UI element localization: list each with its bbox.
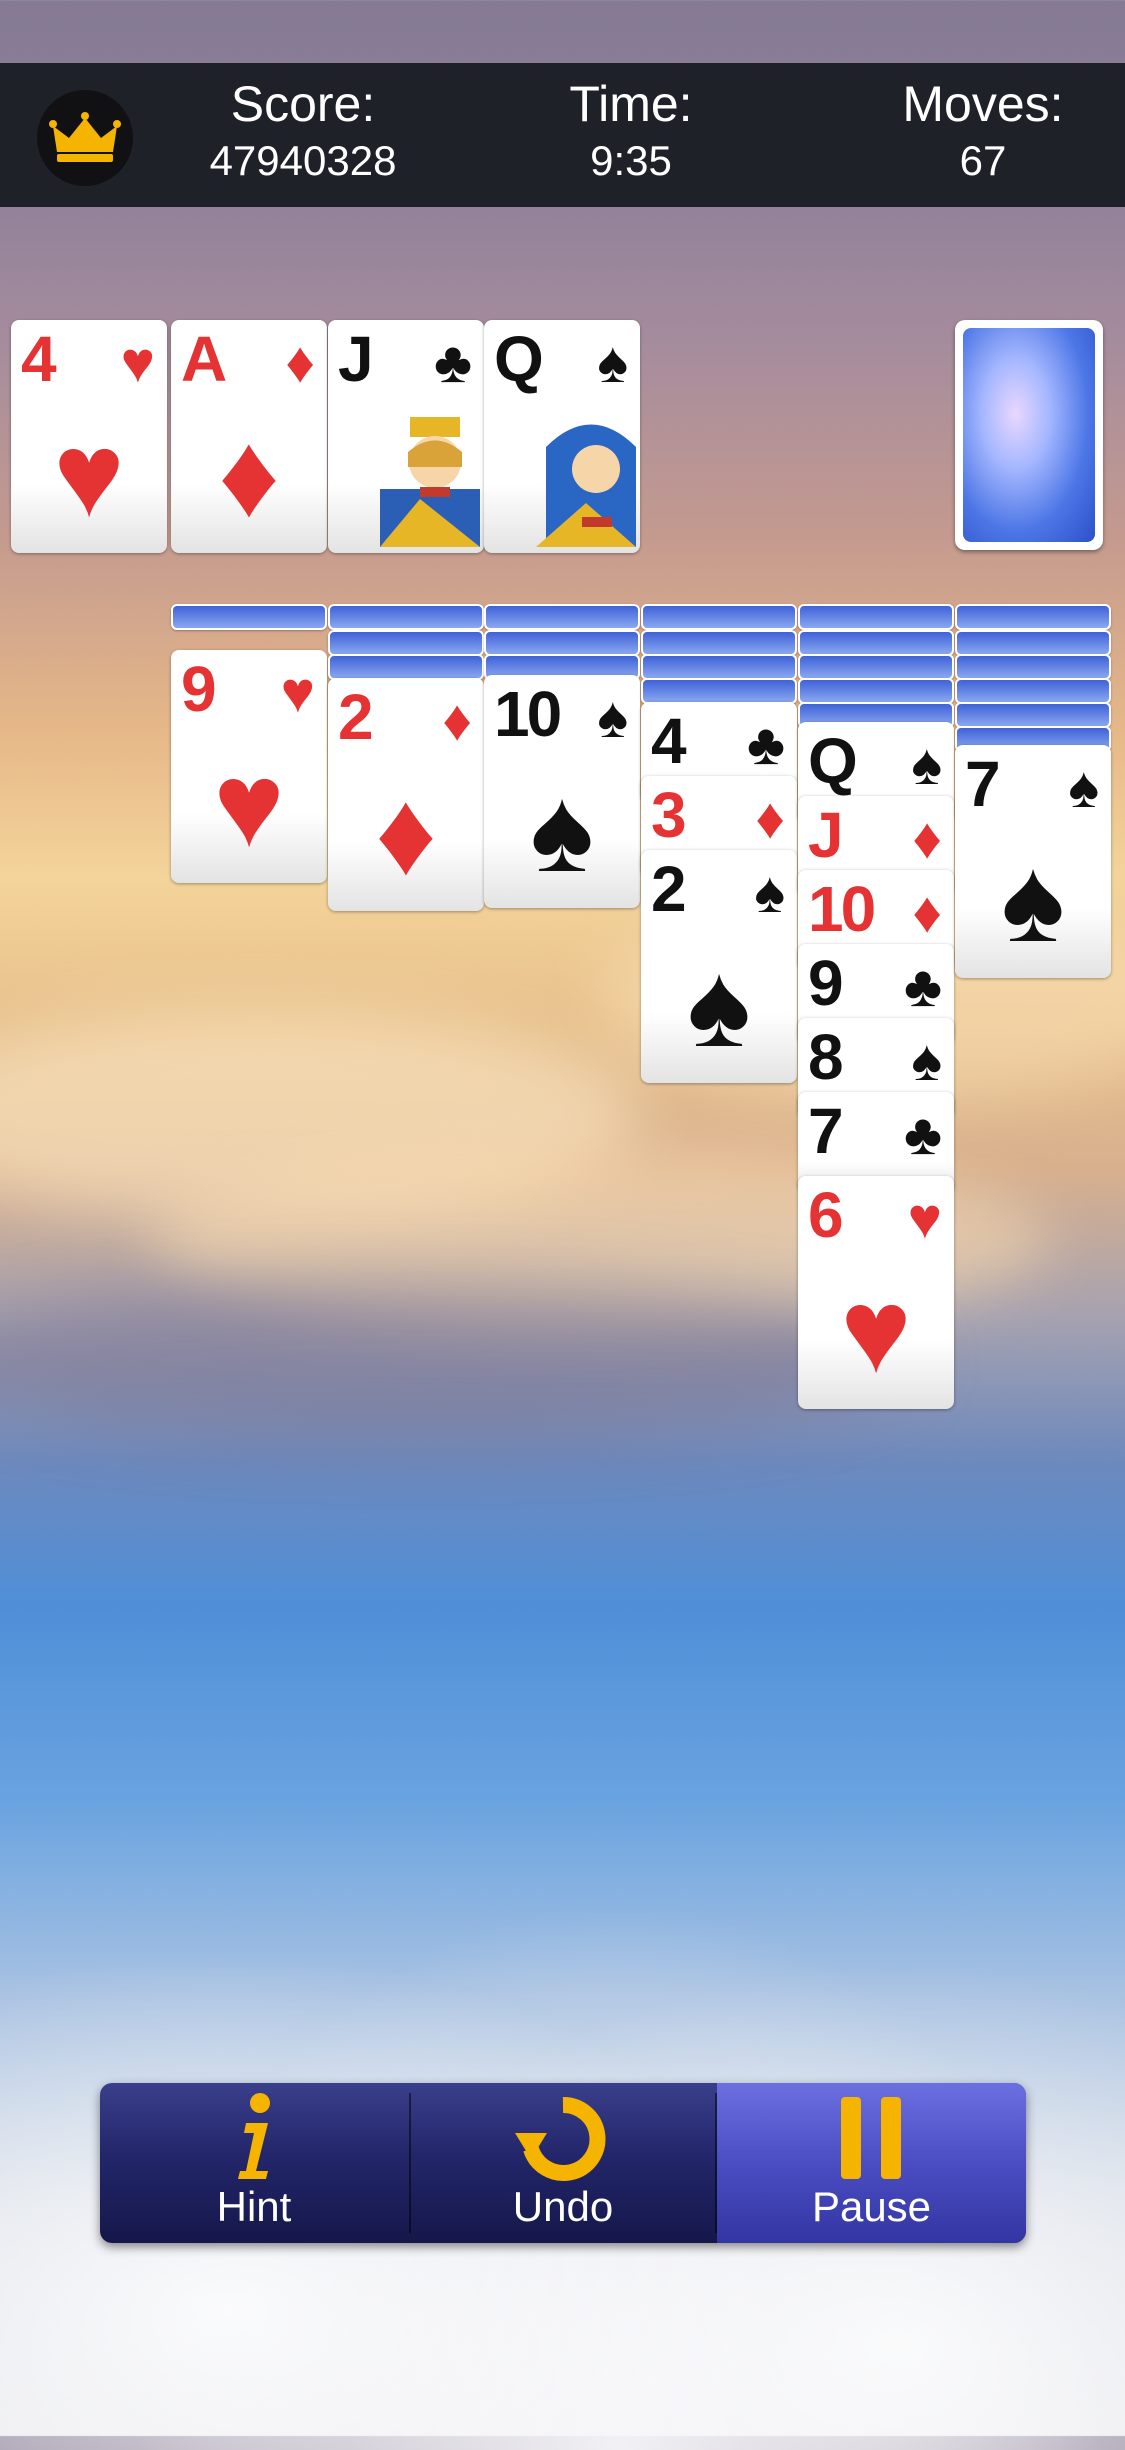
face-down-card [798,630,954,656]
moves-value: 67 [959,137,1007,184]
face-down-card [641,654,797,680]
crown-button[interactable] [37,90,133,186]
card-rank: Q [494,323,544,395]
spade-icon: ♠ [530,763,594,897]
face-down-card [328,604,484,630]
undo-label: Undo [512,2183,614,2230]
face-down-card [955,630,1111,656]
diamond-icon: ♦ [912,880,942,945]
face-down-card [484,630,640,656]
spade-icon: ♠ [1001,833,1065,967]
spade-icon: ♠ [754,860,785,925]
face-down-card [641,630,797,656]
card-rank: 10 [494,678,562,750]
spade-icon: ♠ [597,330,628,395]
card-rank: 6 [808,1179,844,1251]
spade-icon: ♠ [911,732,942,797]
heart-icon: ♥ [280,660,315,725]
spade-icon: ♠ [687,938,751,1072]
undo-icon [515,2096,606,2181]
card-rank: 10 [808,873,876,945]
card-back [963,328,1095,542]
diamond-icon: ♦ [285,330,315,395]
face-down-card [328,654,484,680]
face-down-card [955,604,1111,630]
card-rank: 4 [21,323,57,395]
info-icon [238,2093,270,2179]
face-down-card [484,604,640,630]
tableau-card[interactable]: 2 ♠ ♠ [641,850,797,1083]
card-rank: 9 [808,947,844,1019]
heart-icon: ♥ [213,738,285,872]
club-icon: ♣ [746,712,785,777]
diamond-icon: ♦ [755,786,785,851]
face-down-card [955,702,1111,728]
foundation-pile-3[interactable]: J ♣ [328,320,484,553]
diamond-icon: ♦ [218,408,280,542]
card-rank: J [808,799,844,871]
time-display: Time: 9:35 [531,73,731,187]
face-down-card [171,604,327,630]
diamond-icon: ♦ [442,688,472,753]
face-down-card [955,654,1111,680]
card-rank: 3 [651,779,687,851]
score-display: Score: 47940328 [183,73,423,187]
face-down-card [798,678,954,704]
club-icon: ♣ [433,330,472,395]
tableau-card[interactable]: 2 ♦ ♦ [328,678,484,911]
hint-label: Hint [216,2183,292,2230]
bottom-toolbar: Hint Undo Pause [100,2083,1026,2243]
pause-button[interactable]: Pause [717,2083,1026,2243]
undo-button[interactable]: Undo [411,2083,715,2243]
heart-icon: ♥ [907,1186,942,1251]
heart-icon: ♥ [840,1264,912,1398]
pause-icon [841,2097,901,2179]
moves-display: Moves: 67 [873,73,1093,187]
spade-icon: ♠ [597,685,628,750]
card-rank: 2 [651,853,687,925]
stock-pile[interactable] [955,320,1103,550]
pause-label: Pause [811,2183,932,2230]
face-down-card [641,678,797,704]
card-rank: 9 [181,653,217,725]
face-down-card [798,604,954,630]
card-rank: 8 [808,1021,844,1093]
spade-icon: ♠ [1068,755,1099,820]
time-value: 9:35 [590,137,672,184]
diamond-icon: ♦ [375,766,437,900]
crown-icon [49,112,121,162]
top-status-bar: Score: 47940328 Time: 9:35 Moves: 67 [0,63,1125,207]
hint-button[interactable]: Hint [100,2083,408,2243]
tableau-card[interactable]: 10 ♠ ♠ [484,675,640,908]
time-label: Time: [569,76,693,132]
card-rank: A [181,323,227,395]
card-rank: J [338,323,374,395]
foundation-pile-1[interactable]: 4 ♥ ♥ [11,320,167,553]
tableau-card[interactable]: 6 ♥ ♥ [798,1176,954,1409]
tableau-card[interactable]: 7 ♠ ♠ [955,745,1111,978]
card-rank: 7 [965,748,1001,820]
foundation-pile-2[interactable]: A ♦ ♦ [171,320,327,553]
card-rank: Q [808,725,858,797]
face-down-card [641,604,797,630]
face-down-card [798,654,954,680]
heart-icon: ♥ [53,408,125,542]
spade-icon: ♠ [911,1028,942,1093]
club-icon: ♣ [903,1102,942,1167]
score-value: 47940328 [209,137,397,184]
score-label: Score: [230,76,376,132]
tableau-card[interactable]: 9 ♥ ♥ [171,650,327,883]
face-down-card [955,678,1111,704]
foundation-pile-4[interactable]: Q ♠ [484,320,640,553]
moves-label: Moves: [902,76,1064,132]
heart-icon: ♥ [120,330,155,395]
card-rank: 4 [651,705,687,777]
card-rank: 7 [808,1095,844,1167]
jack-face-illustration [380,417,480,547]
club-icon: ♣ [903,954,942,1019]
face-down-card [328,630,484,656]
diamond-icon: ♦ [912,806,942,871]
queen-face-illustration [536,424,636,547]
card-rank: 2 [338,681,374,753]
